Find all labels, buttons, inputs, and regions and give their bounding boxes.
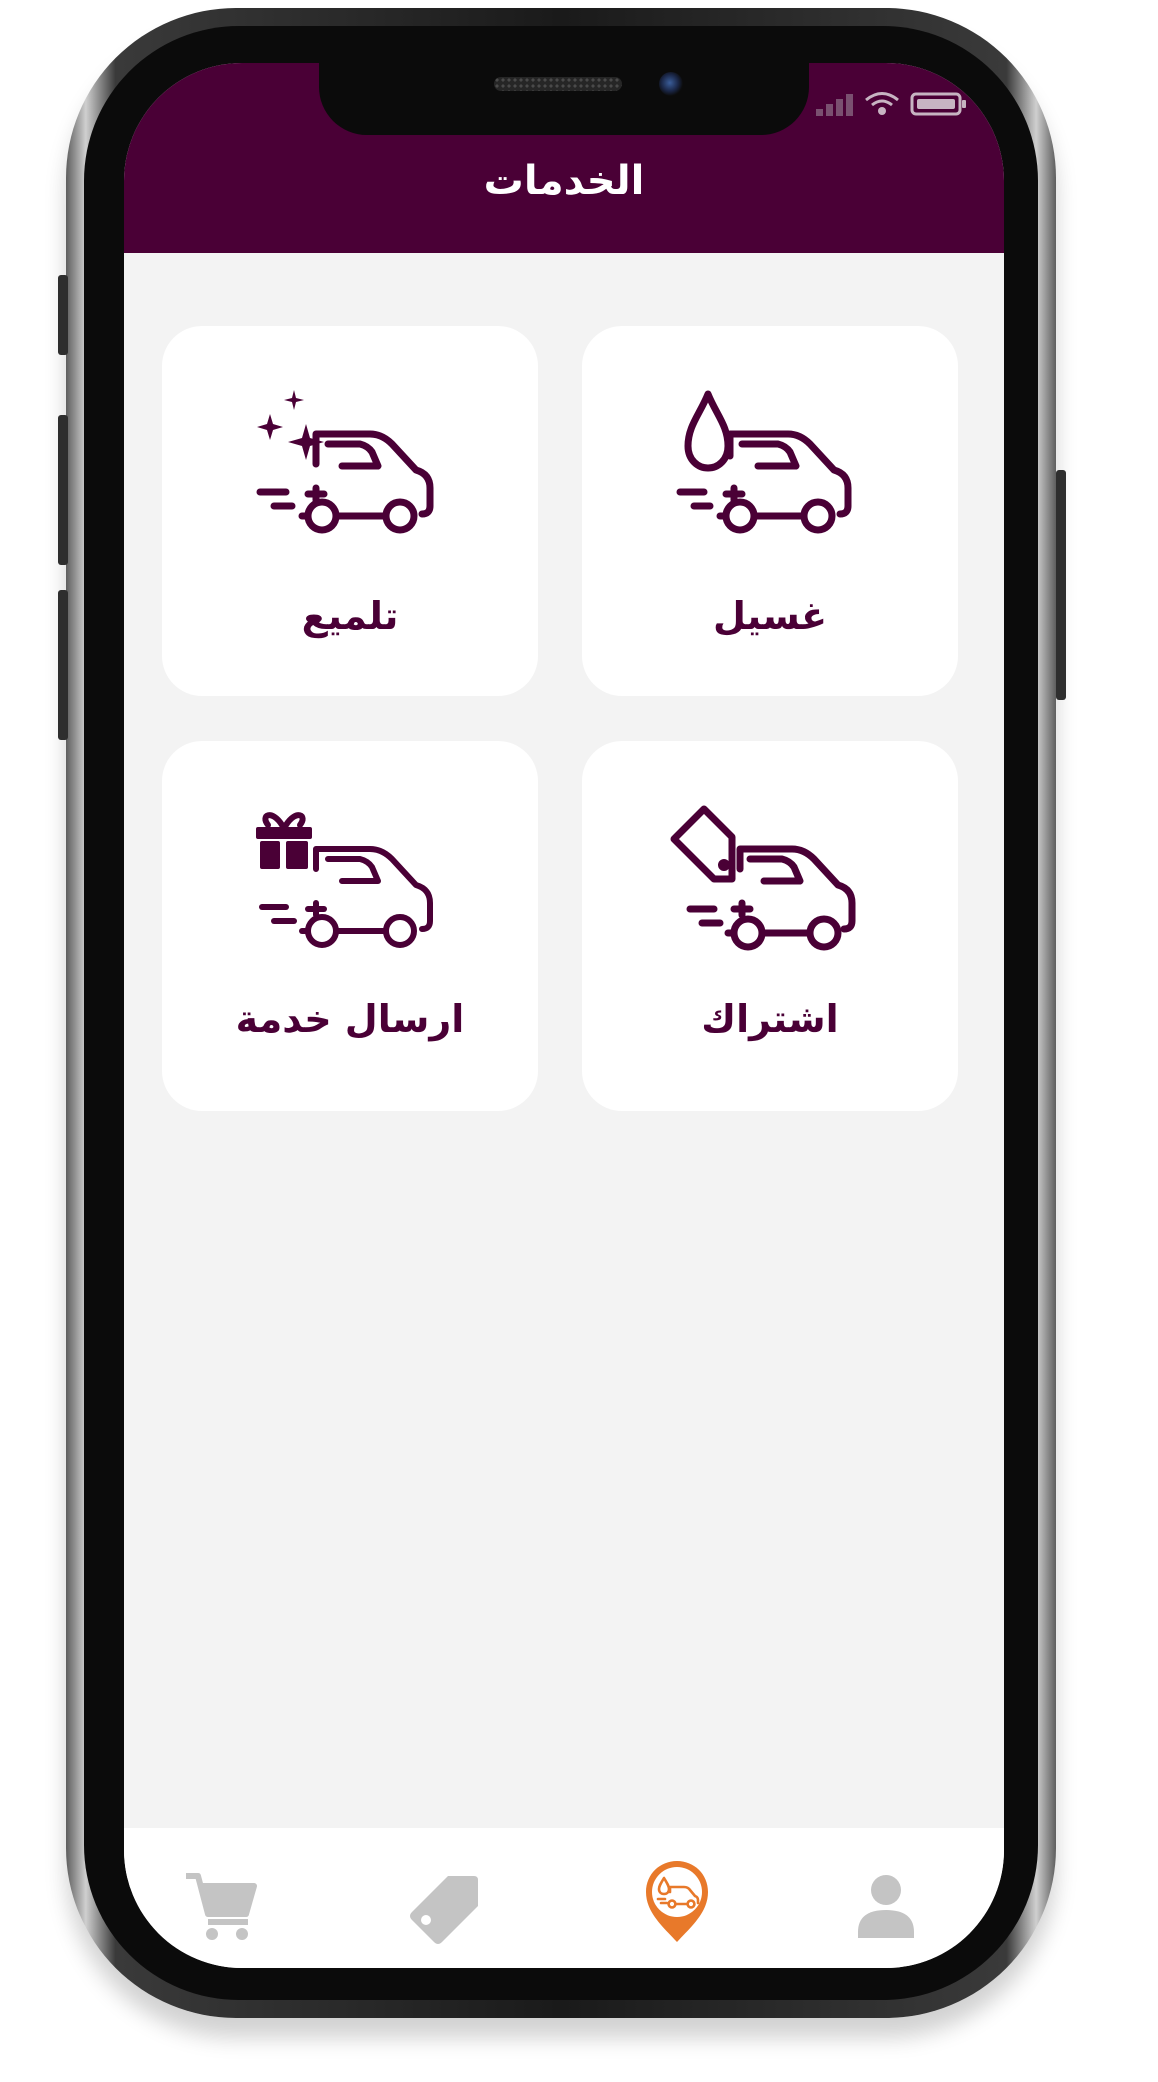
front-camera <box>659 72 683 96</box>
nav-item-services[interactable] <box>632 1856 722 1946</box>
car-polish-sparkle-icon <box>256 390 434 534</box>
service-card-wash[interactable]: غسيل <box>582 326 958 696</box>
power-button <box>1056 470 1066 700</box>
service-label: اشتراك <box>701 997 839 1041</box>
bottom-nav <box>124 1828 1004 1968</box>
car-gift-delivery-icon <box>256 812 433 948</box>
notch <box>319 63 809 135</box>
car-tag-subscription-icon <box>670 805 856 951</box>
car-wash-drop-icon <box>676 390 852 534</box>
volume-up-button <box>58 415 68 565</box>
service-label: تلميع <box>301 594 399 638</box>
nav-item-offers[interactable] <box>404 1866 484 1946</box>
location-pin-car-icon <box>646 1861 708 1942</box>
service-card-send-service[interactable]: ارسال خدمة <box>162 741 538 1111</box>
app-header: الخدمات <box>124 63 1004 253</box>
service-card-polish[interactable]: تلميع <box>162 326 538 696</box>
person-icon <box>858 1875 914 1938</box>
page-title: الخدمات <box>483 158 645 204</box>
nav-item-cart[interactable] <box>182 1866 262 1946</box>
service-card-subscription[interactable]: اشتراك <box>582 741 958 1111</box>
service-label: ارسال خدمة <box>235 997 465 1041</box>
wifi-icon <box>865 92 899 115</box>
signal-icon <box>816 94 853 116</box>
nav-item-profile[interactable] <box>846 1866 926 1946</box>
app-screen: الخدمات غسيل تلميع اشتراك ارسال خدمة <box>124 63 1004 1968</box>
volume-down-button <box>58 590 68 740</box>
tag-icon <box>410 1876 478 1944</box>
service-label: غسيل <box>712 594 828 638</box>
cart-icon <box>186 1873 257 1940</box>
speaker-grille <box>494 77 622 91</box>
silent-switch <box>58 275 68 355</box>
battery-icon <box>910 92 966 116</box>
